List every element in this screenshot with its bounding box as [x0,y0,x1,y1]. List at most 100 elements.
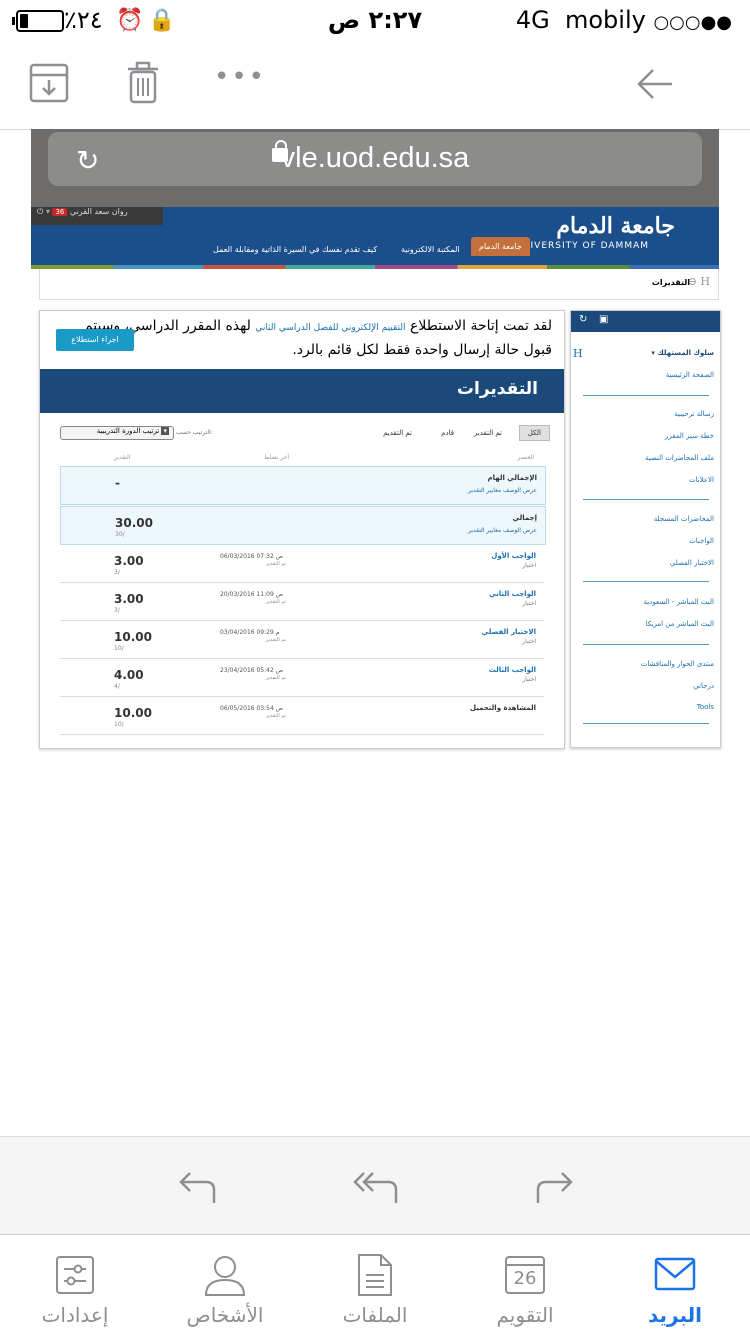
column-grade: التقدير [114,454,131,461]
menu-tools[interactable]: Tools [697,703,714,711]
archive-icon[interactable] [29,63,69,103]
user-name[interactable]: روان سعد القرني [70,207,128,216]
column-item: العنصر [517,454,534,461]
browser-address-bar: ↻ vle.uod.edu.sa [31,129,719,207]
grade-row[interactable]: الإجمالي الهام عرض الوصف معايير التقدير … [60,466,546,505]
tab-label: إعدادات [41,1303,109,1327]
filter-graded[interactable]: تم التقدير [474,429,502,437]
row-name[interactable]: الواجب الثاني [489,590,536,598]
grade-row[interactable]: الواجب الأول اختبار 06/03/2016 07:32 ص ت… [60,545,544,583]
reply-all-icon[interactable] [352,1169,400,1205]
row-outof: 3/ [114,569,120,576]
carrier-info: 4G mobily ○○○●● [516,6,732,34]
sort-value: ترتيب الدورة التدريبية [96,427,160,435]
row-score: 4.00 [114,668,144,682]
trash-icon[interactable] [126,61,160,105]
more-icon[interactable]: ••• [214,62,266,92]
reply-icon[interactable] [178,1169,218,1205]
menu-midterm[interactable]: الاختبار الفصلي [670,559,714,567]
tab-calendar[interactable]: 26 التقويم [450,1235,600,1335]
row-name[interactable]: الواجب الثالث [489,666,536,674]
menu-divider [583,581,709,582]
grades-panel: لقد تمت إتاحة الاستطلاع التقييم الإلكترو… [39,310,565,749]
menu-forum[interactable]: منتدى الحوار والمناقشات [641,660,714,668]
notification-badge[interactable]: 36 [52,208,68,216]
tab-files[interactable]: الملفات [300,1235,450,1335]
menu-course-plan[interactable]: خطة سير المقرر [665,432,714,440]
tab-label: التقويم [496,1303,554,1327]
grade-row[interactable]: المشاهدة والتحميل 06/05/2016 03:54 ص تم … [60,697,544,735]
row-name[interactable]: الاختبار الفصلي [482,628,536,636]
university-header: ⏻ ▾ 36 روان سعد القرني جامعة الدمام UNIV… [31,207,719,269]
menu-assignments[interactable]: الواجبات [689,537,714,545]
tab-people[interactable]: الأشخاص [150,1235,300,1335]
nav-tab-university[interactable]: جامعة الدمام [471,237,530,256]
row-type: اختبار [522,562,536,569]
nav-tab-library[interactable]: المكتبة الالكترونية [401,245,460,254]
row-links[interactable]: عرض الوصف معايير التقدير [468,487,537,494]
row-name[interactable]: الواجب الأول [491,552,536,560]
sort-label: الترتيب حسب: [176,429,213,436]
menu-lecture-files[interactable]: ملف المحاضرات النصية [645,454,714,462]
filter-submitted[interactable]: تم التقديم [383,429,412,437]
message-toolbar: ••• [0,44,750,130]
home-h-icon[interactable]: H [573,347,583,360]
menu-announcements[interactable]: الاعلانات [689,476,714,484]
tab-label: البريد [647,1303,703,1327]
row-name[interactable]: المشاهدة والتحميل [470,704,536,712]
grade-row[interactable]: الواجب الثالث اختبار 23/04/2016 05:42 ص … [60,659,544,697]
menu-home[interactable]: الصفحة الرئيسية [666,371,714,379]
calendar-day: 26 [513,1268,537,1289]
menu-live-america[interactable]: البث المباشر من امريكا [646,620,714,628]
filter-all[interactable]: الكل [518,425,550,441]
row-date: 20/03/2016 11:09 ص [220,591,283,598]
document-icon [358,1254,392,1296]
refresh-icon[interactable]: ↻ [579,314,587,325]
menu-my-grades[interactable]: درجاتي [693,682,714,690]
grade-row[interactable]: الواجب الثاني اختبار 20/03/2016 11:09 ص … [60,583,544,621]
menu-divider [583,499,709,500]
row-outof: 4/ [114,683,120,690]
row-score: 10.00 [114,706,152,720]
signal-icon: ○○○●● [653,12,732,33]
menu-divider [583,723,709,724]
row-links[interactable]: عرض الوصف معايير التقدير [468,527,537,534]
tab-settings[interactable]: إعدادات [0,1235,150,1335]
row-type: اختبار [522,600,536,607]
row-score: 3.00 [114,554,144,568]
tab-mail[interactable]: البريد [600,1235,750,1335]
course-menu-toolbar: ↻ ▣ [571,311,720,332]
power-icon[interactable]: ⏻ [37,207,43,216]
row-score: 3.00 [114,592,144,606]
forward-icon[interactable] [534,1169,574,1205]
course-title-text: سلوك المستهلك [657,349,714,357]
menu-welcome[interactable]: رسالة ترحيبية [674,410,714,418]
nav-tab-cv[interactable]: كيف تقدم نفسك في السيرة الذاتية ومقابلة … [213,245,377,254]
status-bar: ٪٢٤ ⏰ 🔒 ٢:٢٧ ص 4G mobily ○○○●● [0,0,750,44]
filter-upcoming[interactable]: قادم [441,429,454,437]
row-type: اختبار [522,676,536,683]
network-type: 4G [515,6,550,34]
menu-live-saudi[interactable]: البث المباشر - السعودية [644,598,715,606]
sort-select[interactable]: ترتيب الدورة التدريبية ▾ [60,426,174,440]
home-icon[interactable]: ⊖ H [688,275,710,288]
url-field[interactable]: ↻ vle.uod.edu.sa [48,132,702,186]
row-name: الإجمالي الهام [487,474,537,482]
notice-text-start: لقد تمت إتاحة الاستطلاع [405,318,552,334]
attached-screenshot: ↻ vle.uod.edu.sa ⏻ ▾ 36 روان سعد القرني … [31,129,721,749]
folder-icon[interactable]: ▣ [599,314,608,325]
row-name: إجمالي [512,514,537,522]
tab-label: الأشخاص [186,1303,264,1327]
breadcrumb-label: التقديرات [651,278,690,287]
user-bar: ⏻ ▾ 36 روان سعد القرني [31,207,163,225]
survey-link[interactable]: التقييم الإلكتروني للفصل الدراسي الثاني [255,323,405,333]
course-title[interactable]: سلوك المستهلك ▾ [651,349,714,357]
take-survey-button[interactable]: اجراء استطلاع [56,329,134,351]
url-text: vle.uod.edu.sa [280,142,470,174]
grade-row[interactable]: الاختبار الفصلي اختبار 03/04/2016 09:29 … [60,621,544,659]
row-score: 10.00 [114,630,152,644]
back-arrow-icon[interactable] [636,68,674,100]
grades-title-bar: التقديرات [40,369,564,413]
grade-row[interactable]: إجمالي عرض الوصف معايير التقدير 30.00 30… [60,506,546,545]
menu-recorded-lectures[interactable]: المحاضرات المسجلة [654,515,714,523]
